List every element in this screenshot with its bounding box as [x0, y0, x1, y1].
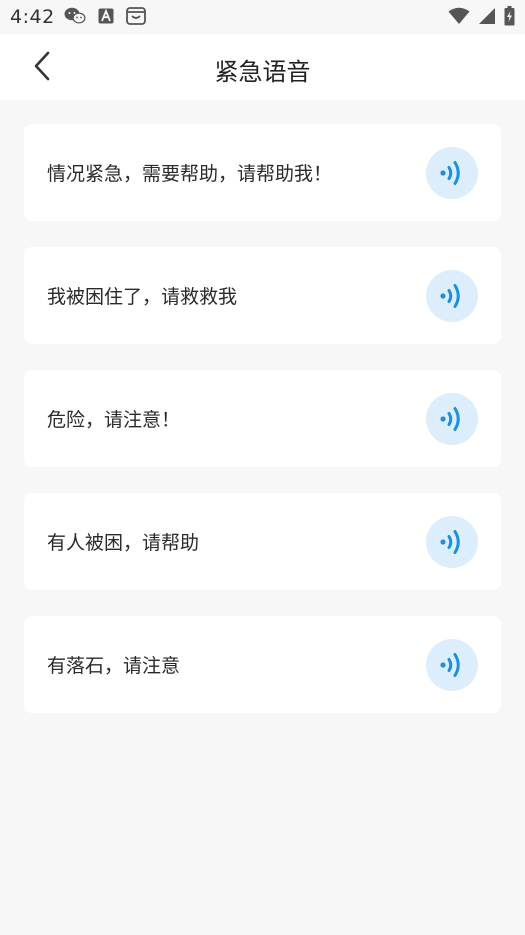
notification-icons: [64, 7, 146, 25]
voice-item-text: 危险，请注意！: [47, 409, 181, 431]
signal-icon: [479, 8, 495, 24]
voice-item[interactable]: 我被困住了，请救救我: [24, 247, 501, 344]
battery-icon: [504, 6, 515, 26]
sound-wave-icon: [440, 160, 460, 185]
status-time: 4:42: [10, 6, 55, 28]
sound-wave-icon: [440, 529, 460, 554]
sound-wave-icon: [440, 406, 460, 431]
wifi-icon: [448, 7, 470, 24]
voice-item[interactable]: 危险，请注意！: [24, 370, 501, 467]
play-voice-button[interactable]: [426, 515, 478, 568]
play-voice-button[interactable]: [426, 638, 478, 691]
font-app-icon: [98, 8, 114, 24]
status-bar: 4:42: [0, 0, 525, 34]
emergency-voice-list: 情况紧急，需要帮助，请帮助我！ 我被困住了，请救救我 危险，请注意！ 有人被困，…: [24, 124, 501, 739]
app-header: 紧急语音: [0, 34, 525, 100]
voice-item[interactable]: 有落石，请注意: [24, 616, 501, 713]
wechat-icon: [64, 7, 86, 24]
play-voice-button[interactable]: [426, 146, 478, 199]
sound-wave-icon: [440, 652, 460, 677]
page-title: 紧急语音: [214, 58, 311, 86]
voice-item-text: 我被困住了，请救救我: [47, 286, 238, 308]
sound-wave-icon: [440, 283, 460, 308]
voice-item[interactable]: 情况紧急，需要帮助，请帮助我！: [24, 124, 501, 221]
voice-item[interactable]: 有人被困，请帮助: [24, 493, 501, 590]
voice-item-text: 有人被困，请帮助: [47, 532, 200, 554]
play-voice-button[interactable]: [426, 269, 478, 322]
play-voice-button[interactable]: [426, 392, 478, 445]
voice-item-text: 情况紧急，需要帮助，请帮助我！: [47, 163, 333, 185]
voice-item-text: 有落石，请注意: [47, 655, 181, 677]
system-icons: [448, 6, 515, 26]
store-app-icon: [126, 7, 146, 25]
